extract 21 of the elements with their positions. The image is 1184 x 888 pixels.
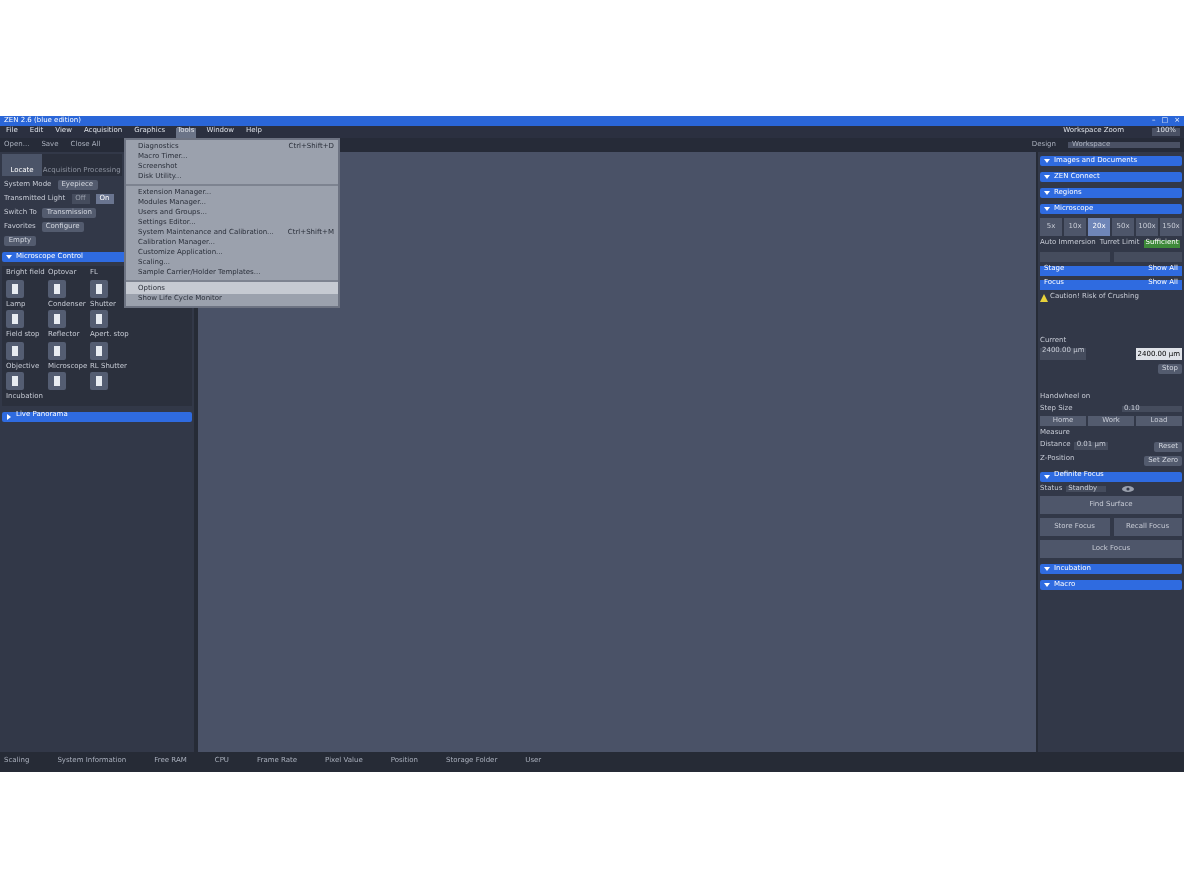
chevron-icon — [1044, 582, 1050, 588]
chevron-icon — [1044, 190, 1050, 196]
eye-icon — [1122, 485, 1135, 492]
device-icon — [54, 283, 60, 293]
chevron-icon — [1044, 473, 1050, 479]
device-icon — [12, 283, 18, 293]
chevron-icon — [1044, 174, 1050, 180]
device-icon — [54, 314, 60, 324]
device-icon — [96, 283, 102, 293]
device-icon — [12, 345, 18, 355]
chevron-icon — [1044, 566, 1050, 572]
device-icon — [12, 376, 18, 386]
device-icon — [96, 345, 102, 355]
device-icon — [96, 376, 102, 386]
device-icon — [54, 345, 60, 355]
device-icon — [54, 376, 60, 386]
device-icon — [12, 314, 18, 324]
warning-icon — [1040, 293, 1048, 301]
chevron-icon — [1044, 158, 1050, 164]
chevron-icon — [1044, 206, 1050, 212]
device-icon — [96, 314, 102, 324]
